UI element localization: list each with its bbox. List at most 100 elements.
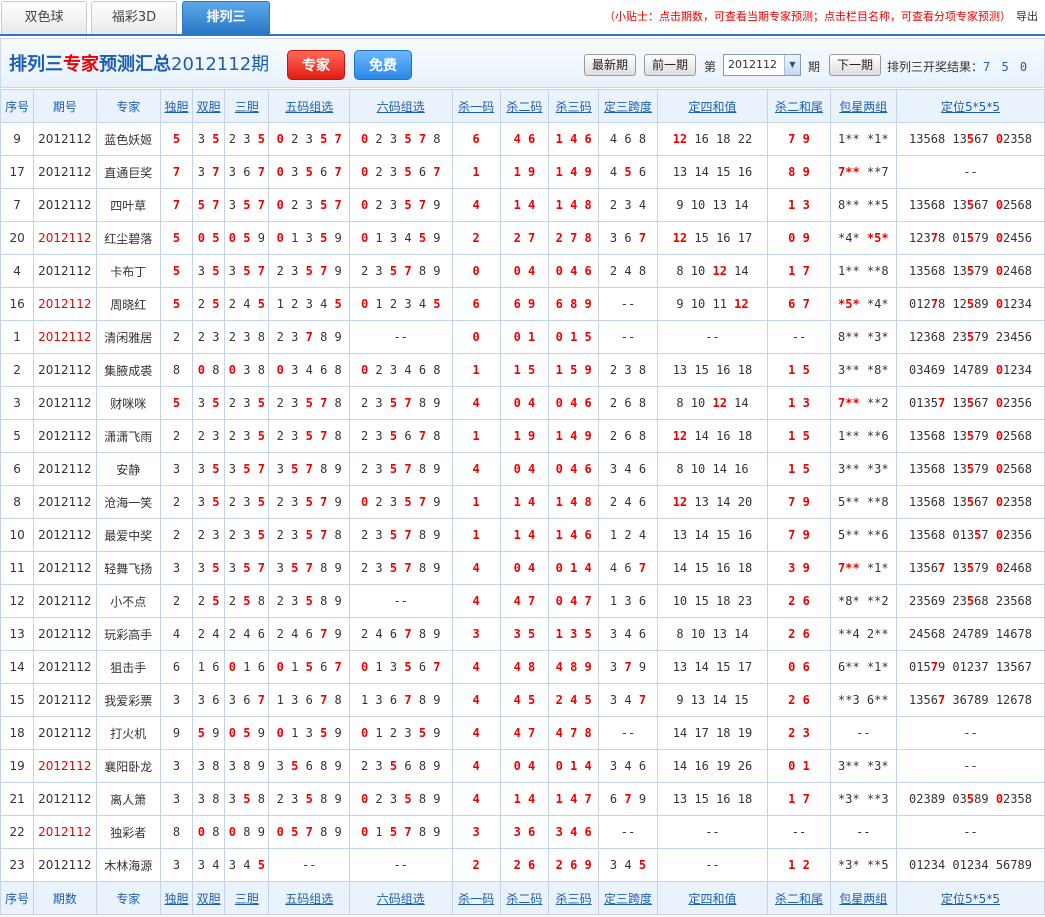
prev-period-button[interactable]: 前一期: [644, 54, 696, 76]
footer-header-sha3[interactable]: 杀三码: [548, 881, 600, 915]
tab-fucai3d[interactable]: 福彩3D: [91, 1, 177, 34]
cell-expert-name[interactable]: 襄阳卧龙: [95, 749, 161, 783]
tab-shuangseqiu[interactable]: 双色球: [1, 1, 87, 34]
footer-header-liuma-label[interactable]: 六码组选: [377, 892, 425, 906]
cell-expert-name[interactable]: 安静: [95, 452, 161, 486]
footer-header-dingwei[interactable]: 定位5*5*5: [896, 881, 1045, 915]
footer-header-shuangdan-label[interactable]: 双胆: [197, 892, 221, 906]
col-header-hewei-label[interactable]: 杀二和尾: [775, 100, 823, 114]
cell-period-link[interactable]: 2012112: [33, 386, 97, 420]
footer-header-sha1[interactable]: 杀一码: [451, 881, 501, 915]
cell-expert-name[interactable]: 潇潇飞雨: [95, 419, 161, 453]
cell-expert-name[interactable]: 蓝色妖姬: [95, 122, 161, 156]
footer-header-sandan-label[interactable]: 三胆: [235, 892, 259, 906]
col-header-wuma[interactable]: 五码组选: [268, 89, 350, 123]
cell-period-link[interactable]: 2012112: [33, 155, 97, 189]
footer-header-liuma[interactable]: 六码组选: [348, 881, 453, 915]
col-header-sha3[interactable]: 杀三码: [548, 89, 600, 123]
latest-period-button[interactable]: 最新期: [584, 54, 636, 76]
cell-period-link[interactable]: 2012112: [33, 320, 97, 354]
tab-pailie3[interactable]: 排列三: [182, 1, 270, 34]
cell-period-link[interactable]: 2012112: [33, 353, 97, 387]
footer-header-hezhi-label[interactable]: 定四和值: [688, 892, 736, 906]
footer-header-dudan-label[interactable]: 独胆: [164, 892, 188, 906]
cell-expert-name[interactable]: 直通巨奖: [95, 155, 161, 189]
cell-period-link[interactable]: 2012112: [33, 749, 97, 783]
cell-period-link[interactable]: 2012112: [33, 221, 97, 255]
cell-period-link[interactable]: 2012112: [33, 518, 97, 552]
cell-expert-name[interactable]: 木林海源: [95, 848, 161, 882]
cell-period-link[interactable]: 2012112: [33, 848, 97, 882]
cell-period-link[interactable]: 2012112: [33, 716, 97, 750]
col-header-wuma-label[interactable]: 五码组选: [285, 100, 333, 114]
col-header-dudan[interactable]: 独胆: [159, 89, 194, 123]
col-header-sha2[interactable]: 杀二码: [499, 89, 550, 123]
cell-expert-name[interactable]: 沧海一笑: [95, 485, 161, 519]
footer-header-kuadu[interactable]: 定三跨度: [598, 881, 658, 915]
cell-expert-name[interactable]: 最爱中奖: [95, 518, 161, 552]
cell-expert-name[interactable]: 清闲雅居: [95, 320, 161, 354]
cell-expert-name[interactable]: 轻舞飞扬: [95, 551, 161, 585]
footer-header-sha1-label[interactable]: 杀一码: [458, 892, 494, 906]
cell-expert-name[interactable]: 集腋成裘: [95, 353, 161, 387]
footer-header-baoxing-label[interactable]: 包星两组: [839, 892, 887, 906]
cell-period-link[interactable]: 2012112: [33, 188, 97, 222]
free-button[interactable]: 免费: [354, 50, 412, 80]
footer-header-baoxing[interactable]: 包星两组: [829, 881, 898, 915]
col-header-hezhi[interactable]: 定四和值: [656, 89, 769, 123]
col-header-sha1[interactable]: 杀一码: [451, 89, 501, 123]
cell-period-link[interactable]: 2012112: [33, 683, 97, 717]
footer-header-sha2-label[interactable]: 杀二码: [506, 892, 542, 906]
footer-header-sandan[interactable]: 三胆: [224, 881, 270, 915]
cell-expert-name[interactable]: 红尘碧落: [95, 221, 161, 255]
cell-expert-name[interactable]: 独彩者: [95, 815, 161, 849]
export-link[interactable]: 导出: [1016, 8, 1038, 24]
footer-header-sha3-label[interactable]: 杀三码: [556, 892, 592, 906]
col-header-sha2-label[interactable]: 杀二码: [506, 100, 542, 114]
footer-header-wuma-label[interactable]: 五码组选: [285, 892, 333, 906]
col-header-shuangdan-label[interactable]: 双胆: [197, 100, 221, 114]
cell-period-link[interactable]: 2012112: [33, 650, 97, 684]
cell-expert-name[interactable]: 玩彩高手: [95, 617, 161, 651]
cell-expert-name[interactable]: 我爱彩票: [95, 683, 161, 717]
col-header-liuma-label[interactable]: 六码组选: [377, 100, 425, 114]
cell-period-link[interactable]: 2012112: [33, 551, 97, 585]
col-header-hezhi-label[interactable]: 定四和值: [688, 100, 736, 114]
col-header-sandan-label[interactable]: 三胆: [235, 100, 259, 114]
footer-header-hewei[interactable]: 杀二和尾: [767, 881, 831, 915]
cell-expert-name[interactable]: 财咪咪: [95, 386, 161, 420]
col-header-kuadu[interactable]: 定三跨度: [598, 89, 658, 123]
footer-header-hewei-label[interactable]: 杀二和尾: [775, 892, 823, 906]
cell-period-link[interactable]: 2012112: [33, 584, 97, 618]
col-header-dingwei-label[interactable]: 定位5*5*5: [941, 100, 1000, 114]
col-header-dingwei[interactable]: 定位5*5*5: [896, 89, 1045, 123]
cell-expert-name[interactable]: 离人箫: [95, 782, 161, 816]
footer-header-sha2[interactable]: 杀二码: [499, 881, 550, 915]
cell-expert-name[interactable]: 周晓红: [95, 287, 161, 321]
cell-period-link[interactable]: 2012112: [33, 419, 97, 453]
footer-header-kuadu-label[interactable]: 定三跨度: [604, 892, 652, 906]
cell-period-link[interactable]: 2012112: [33, 485, 97, 519]
cell-period-link[interactable]: 2012112: [33, 452, 97, 486]
footer-header-dingwei-label[interactable]: 定位5*5*5: [941, 892, 1000, 906]
cell-expert-name[interactable]: 小不点: [95, 584, 161, 618]
cell-expert-name[interactable]: 卡布丁: [95, 254, 161, 288]
col-header-sha1-label[interactable]: 杀一码: [458, 100, 494, 114]
expert-button[interactable]: 专家: [287, 50, 345, 80]
next-period-button[interactable]: 下一期: [829, 54, 881, 76]
cell-expert-name[interactable]: 四叶草: [95, 188, 161, 222]
cell-period-link[interactable]: 2012112: [33, 782, 97, 816]
col-header-baoxing[interactable]: 包星两组: [829, 89, 898, 123]
footer-header-dudan[interactable]: 独胆: [159, 881, 194, 915]
col-header-sandan[interactable]: 三胆: [224, 89, 270, 123]
footer-header-hezhi[interactable]: 定四和值: [656, 881, 769, 915]
col-header-kuadu-label[interactable]: 定三跨度: [604, 100, 652, 114]
col-header-dudan-label[interactable]: 独胆: [164, 100, 188, 114]
period-select[interactable]: 2012112 ▼: [723, 54, 801, 76]
cell-period-link[interactable]: 2012112: [33, 254, 97, 288]
cell-expert-name[interactable]: 狙击手: [95, 650, 161, 684]
cell-period-link[interactable]: 2012112: [33, 122, 97, 156]
col-header-sha3-label[interactable]: 杀三码: [556, 100, 592, 114]
col-header-hewei[interactable]: 杀二和尾: [767, 89, 831, 123]
chevron-down-icon[interactable]: ▼: [784, 55, 800, 75]
